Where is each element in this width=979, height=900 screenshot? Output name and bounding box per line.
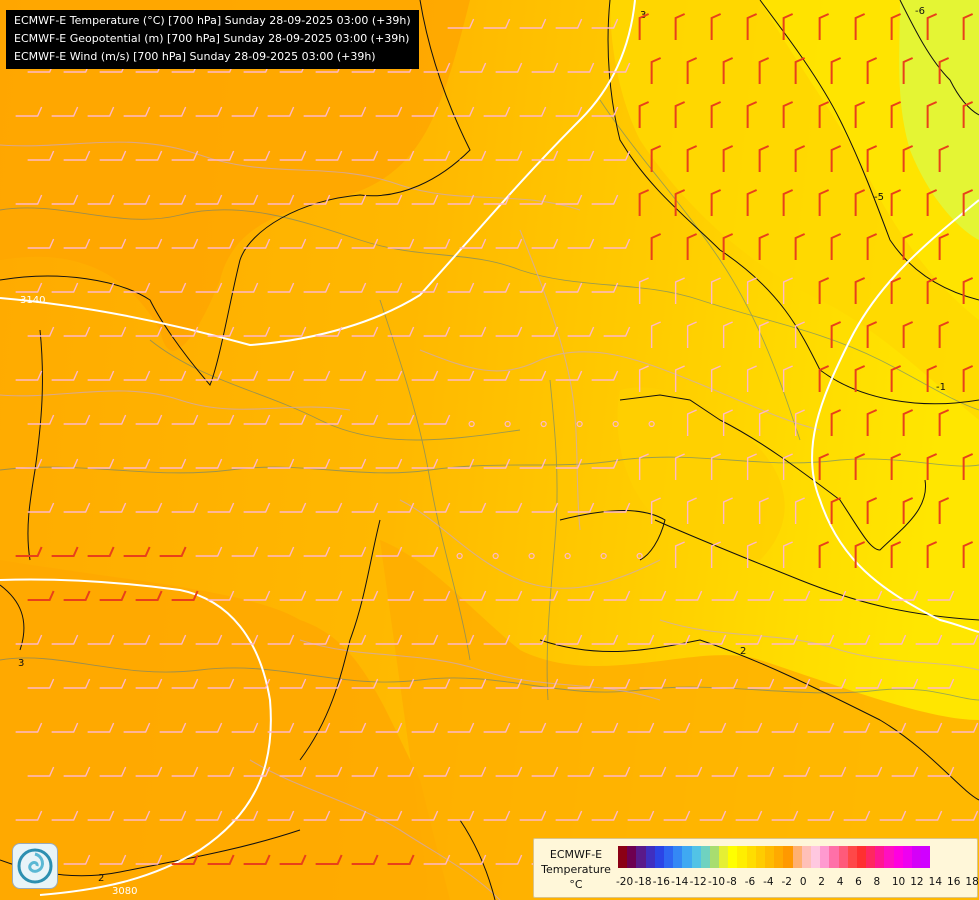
legend-tick: 0: [799, 876, 807, 888]
provider-logo: [12, 843, 58, 889]
title-line-geopotential: ECMWF-E Geopotential (m) [700 hPa] Sunda…: [14, 32, 410, 45]
temperature-legend: ECMWF-E Temperature °C -20-18-16-14-12-1…: [533, 838, 979, 898]
legend-tick: 10: [891, 876, 906, 888]
legend-color-ramp: [618, 846, 931, 868]
legend-swatch: [783, 846, 793, 868]
legend-swatch: [636, 846, 646, 868]
legend-tick: -10: [707, 876, 726, 888]
legend-tick: -8: [726, 876, 737, 888]
legend-tick: -12: [689, 876, 707, 888]
legend-swatch: [902, 846, 912, 868]
legend-swatch: [856, 846, 867, 868]
legend-swatch: [737, 846, 747, 868]
legend-swatch: [912, 846, 922, 868]
legend-swatch: [875, 846, 885, 868]
isotherm-label: -6: [915, 6, 925, 17]
map-canvas: 3 3 2 2 -1 -5 -6 3140 3080: [0, 0, 979, 900]
legend-swatch: [645, 846, 655, 868]
legend-swatch: [728, 846, 738, 868]
legend-tick: 18: [965, 876, 979, 888]
legend-tick: -20: [616, 876, 634, 888]
isotherm-label: 3: [18, 658, 24, 669]
legend-tick: -16: [652, 876, 670, 888]
geopotential-label: 3080: [112, 886, 137, 897]
legend-swatch: [700, 846, 710, 868]
legend-model-label: ECMWF-E: [549, 848, 603, 861]
legend-tick-labels: -20-18-16-14-12-10-8 -6 -4 -2 0 2 4 6 8 10 12 14 16 1…: [616, 876, 979, 888]
legend-swatch: [618, 846, 628, 868]
legend-swatch: [838, 846, 848, 868]
legend-swatch: [627, 846, 637, 868]
title-line-temperature: ECMWF-E Temperature (°C) [700 hPa] Sunda…: [14, 14, 411, 27]
legend-swatch: [719, 846, 729, 868]
legend-swatch: [765, 846, 775, 868]
legend-tick: -18: [634, 876, 652, 888]
legend-unit: °C: [569, 878, 583, 891]
legend-swatch: [774, 846, 784, 868]
legend-swatch: [654, 846, 664, 868]
legend-tick: -4: [763, 876, 774, 888]
legend-swatch: [691, 846, 701, 868]
swirl-icon: [17, 848, 53, 884]
legend-swatch: [893, 846, 903, 868]
legend-tick: 2: [818, 876, 825, 888]
legend-tick: -14: [671, 876, 689, 888]
isotherm-label: 2: [98, 873, 104, 884]
legend-swatch: [829, 846, 839, 868]
geopotential-label: 3140: [20, 295, 45, 306]
title-line-wind: ECMWF-E Wind (m/s) [700 hPa] Sunday 28-0…: [14, 50, 376, 63]
isotherm-label: -1: [936, 382, 946, 393]
legend-tick: 12: [910, 876, 924, 888]
legend-swatch: [755, 846, 765, 868]
weather-map[interactable]: 3 3 2 2 -1 -5 -6 3140 3080 ECMWF-E Tempe…: [0, 0, 979, 900]
legend-tick: 6: [855, 876, 862, 888]
legend-swatch: [673, 846, 683, 868]
legend-tick: -2: [781, 876, 792, 888]
legend-swatch: [682, 846, 692, 868]
legend-swatch: [746, 846, 756, 868]
legend-tick: 14: [928, 876, 943, 888]
legend-title: ECMWF-E Temperature: [536, 847, 616, 877]
legend-tick: -6: [744, 876, 756, 888]
legend-swatch: [884, 846, 894, 868]
legend-swatch: [663, 846, 674, 868]
legend-tick: 16: [947, 876, 961, 888]
legend-swatch: [810, 846, 821, 868]
isotherm-label: -5: [874, 192, 884, 203]
legend-variable-label: Temperature: [541, 863, 611, 876]
legend-tick: 8: [873, 876, 881, 888]
legend-swatch: [847, 846, 857, 868]
isotherm-label: 2: [740, 646, 746, 657]
legend-swatch: [866, 846, 876, 868]
legend-swatch: [921, 846, 931, 868]
legend-swatch: [709, 846, 720, 868]
legend-swatch: [801, 846, 811, 868]
legend-tick: 4: [836, 876, 844, 888]
legend-swatch: [792, 846, 802, 868]
legend-swatch: [820, 846, 830, 868]
map-title-box: ECMWF-E Temperature (°C) [700 hPa] Sunda…: [6, 10, 419, 69]
